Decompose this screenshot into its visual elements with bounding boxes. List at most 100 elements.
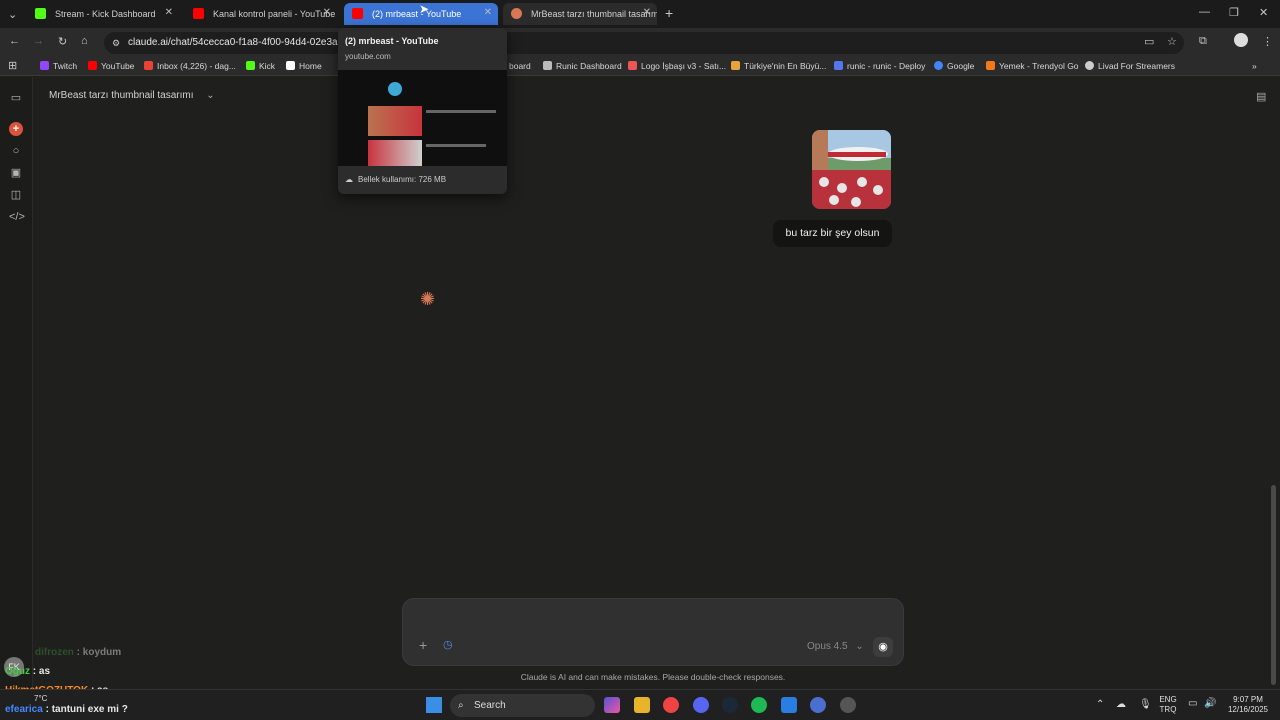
clock-time: 9:07 PM [1233,695,1263,704]
forward-icon[interactable]: → [33,35,44,47]
thumbnail-picture [812,130,891,209]
microphone-icon[interactable]: 🎙 [1139,699,1152,710]
profile-avatar[interactable] [1234,33,1248,47]
tab-youtube-studio[interactable]: Kanal kontrol paneli - YouTube ✕ [185,3,337,25]
tab-search-icon[interactable]: ⌄ [8,8,17,21]
bookmark-label: Twitch [53,61,78,71]
bookmark-label: board [509,61,531,71]
window-close-icon[interactable]: ✕ [1259,6,1268,19]
model-selector[interactable]: Opus 4.5 ⌄ [807,641,864,652]
bookmark-label: Türkiye'nin En Büyü... [744,61,827,71]
cast-icon[interactable]: ▭ [1144,35,1154,48]
tab-claude-chat[interactable]: MrBeast tarzı thumbnail tasarımı ✕ [503,3,657,25]
bookmark-logo-isbasi[interactable]: Logo İşbaşı v3 - Satı... [628,61,726,71]
site-settings-icon[interactable]: ⚙ [112,32,120,54]
claude-thinking-spinner-icon: ✺ [420,289,436,309]
taskbar-search[interactable]: ⌕ Search [450,694,595,717]
copilot-icon[interactable] [604,697,620,713]
model-name: Opus 4.5 [807,641,848,652]
chat-title-text: MrBeast tarzı thumbnail tasarımı [49,90,194,101]
language-indicator[interactable]: ENG TRQ [1158,695,1178,715]
new-tab-icon[interactable]: + [665,5,673,21]
tab-kick-dashboard[interactable]: Stream - Kick Dashboard ✕ [27,3,179,25]
page-scrollbar[interactable] [1271,485,1276,685]
add-attachment-icon[interactable]: + [419,637,427,653]
logo-icon [628,61,637,70]
bookmark-trendyol[interactable]: Yemek - Trendyol Go [986,61,1079,71]
site-icon [731,61,740,70]
bookmark-x-home[interactable]: Home [286,61,322,71]
app-globe-icon[interactable] [810,697,826,713]
minimize-icon[interactable]: — [1199,6,1210,18]
close-icon[interactable]: ✕ [643,7,651,18]
weather-widget[interactable]: 7°C [34,694,47,703]
chats-icon[interactable]: ○ [9,144,23,158]
bookmark-label: Runic Dashboard [556,61,622,71]
tab-label: Stream - Kick Dashboard [55,9,156,19]
windows-start-icon[interactable] [426,697,442,713]
clock[interactable]: 9:07 PM 12/16/2025 [1222,695,1274,715]
search-label: Search [474,700,506,711]
back-icon[interactable]: ← [9,35,20,47]
menu-icon[interactable]: ⋮ [1262,35,1273,48]
overlay-chat-message: efearica : tantuni exe mi ? [5,704,128,715]
bookmarks-overflow-icon[interactable]: » [1252,61,1257,71]
bookmark-kick[interactable]: Kick [246,61,275,71]
bookmark-turkiye[interactable]: Türkiye'nin En Büyü... [731,61,826,71]
claude-icon [511,8,522,19]
file-explorer-icon[interactable] [634,697,650,713]
close-icon[interactable]: ✕ [323,7,331,18]
extended-thinking-icon[interactable]: ◷ [443,638,453,651]
onedrive-icon[interactable]: ☁ [1116,699,1126,710]
close-icon[interactable]: ✕ [165,7,173,18]
attached-thumbnail-image[interactable] [812,130,891,209]
extensions-icon[interactable]: ⧉ [1199,35,1207,48]
chat-title[interactable]: MrBeast tarzı thumbnail tasarımı ⌄ [49,90,215,101]
bookmark-board[interactable]: board [509,61,531,71]
bookmark-livad[interactable]: Livad For Streamers [1085,61,1175,71]
close-icon[interactable]: ✕ [484,7,492,18]
bookmark-twitch[interactable]: Twitch [40,61,77,71]
projects-icon[interactable]: ▣ [9,166,23,180]
bookmark-youtube[interactable]: YouTube [88,61,134,71]
bookmark-gmail[interactable]: Inbox (4,226) - dag... [144,61,236,71]
maximize-icon[interactable]: ❐ [1229,6,1239,19]
spotify-icon[interactable] [751,697,767,713]
overlay-chat-message: difrozen : koydum [5,647,121,658]
overlay-chat-user: efearica [5,704,43,715]
bookmark-runic-deploy[interactable]: runic - runic - Deploy [834,61,925,71]
discord-icon[interactable] [693,697,709,713]
volume-icon[interactable]: 🔊 [1204,698,1216,709]
apps-icon[interactable]: ⊞ [8,59,17,72]
sidebar-toggle-icon[interactable]: ▭ [9,91,23,105]
address-text: claude.ai/chat/54cecca0-f1a8-4f00-94d4-0… [128,37,355,48]
steam-icon[interactable] [722,697,738,713]
bookmark-runic-dashboard[interactable]: Runic Dashboard [543,61,622,71]
runic-icon [543,61,552,70]
bookmark-google[interactable]: Google [934,61,974,71]
tab-label: (2) mrbeast - YouTube [372,9,462,19]
deploy-icon [834,61,843,70]
app-g-icon[interactable] [781,697,797,713]
bookmark-star-icon[interactable]: ☆ [1167,35,1177,48]
document-icon[interactable]: ▤ [1256,90,1266,103]
bookmark-label: Home [299,61,322,71]
tray-overflow-icon[interactable]: ⌃ [1096,699,1104,710]
new-chat-icon[interactable]: + [9,122,23,136]
overlay-chat-text: : as [30,666,51,677]
overlay-chat-user: Oğuz [5,666,30,677]
message-composer[interactable]: + ◷ Opus 4.5 ⌄ ◉ [402,598,904,666]
app-recorder-icon[interactable] [840,697,856,713]
x-icon [286,61,295,70]
network-icon[interactable]: ▭ [1188,698,1197,709]
bookmark-label: Inbox (4,226) - dag... [157,61,236,71]
artifacts-icon[interactable]: ◫ [9,188,23,202]
voice-mode-button[interactable]: ◉ [873,637,893,657]
memory-icon: ☁ [345,175,353,184]
tab-label: MrBeast tarzı thumbnail tasarımı [531,9,657,19]
address-bar[interactable]: ⚙ claude.ai/chat/54cecca0-f1a8-4f00-94d4… [104,32,1184,54]
reload-icon[interactable]: ↻ [58,35,67,48]
code-icon[interactable]: </> [9,210,25,224]
chrome-icon[interactable] [663,697,679,713]
home-icon[interactable]: ⌂ [81,35,88,47]
